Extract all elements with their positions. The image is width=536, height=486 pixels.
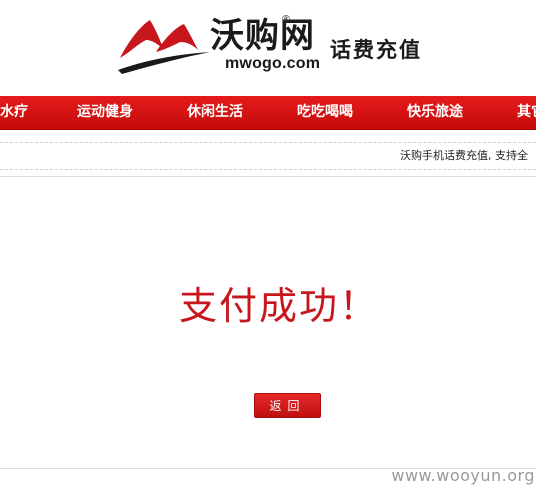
nav-item-leisure[interactable]: 休闲生活 [187, 96, 243, 129]
nav-item-travel[interactable]: 快乐旅途 [407, 96, 463, 129]
notice-text: 沃购手机话费充值, 支持全 [400, 149, 528, 162]
nav-item-other[interactable]: 其它 [517, 96, 536, 129]
page-slogan: 话费充值 [330, 38, 422, 62]
logo-name[interactable]: 沃购网 [210, 16, 315, 56]
nav-item-fitness[interactable]: 运动健身 [77, 96, 133, 129]
logo-mark-icon[interactable] [116, 14, 212, 76]
logo-domain: mwogo.com [225, 55, 321, 72]
main-nav: 水疗 运动健身 休闲生活 吃吃喝喝 快乐旅途 其它 [0, 96, 536, 130]
nav-item-dining[interactable]: 吃吃喝喝 [297, 96, 353, 129]
registered-mark: ® [281, 14, 291, 25]
payment-success-title: 支付成功！ [178, 284, 379, 328]
divider [0, 176, 536, 177]
nav-item-spa[interactable]: 水疗 [0, 96, 28, 129]
return-button[interactable]: 返回 [254, 393, 321, 418]
watermark: www.wooyun.org [391, 466, 535, 485]
site-header: 沃购网 ® mwogo.com 话费充值 [0, 0, 536, 96]
notice-bar: 沃购手机话费充值, 支持全 [0, 142, 536, 170]
